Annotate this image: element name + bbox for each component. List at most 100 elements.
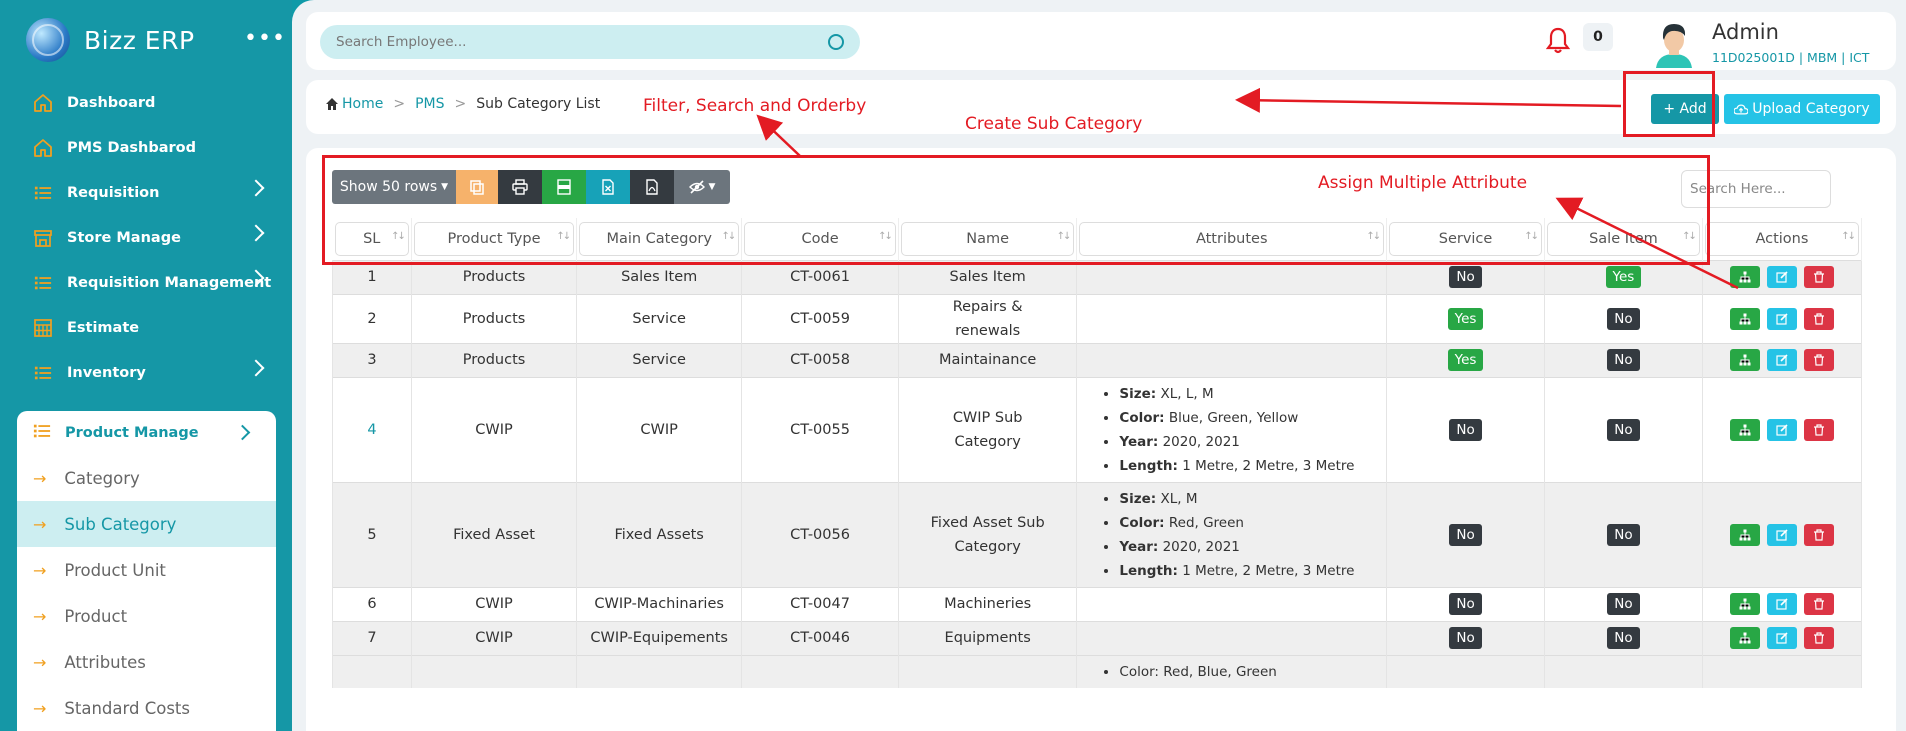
edit-button[interactable] <box>1766 627 1797 649</box>
upload-category-button[interactable]: Upload Category <box>1724 94 1880 124</box>
sitemap-icon <box>1739 598 1751 610</box>
cell-service: Yes <box>1386 342 1545 377</box>
avatar[interactable] <box>1648 16 1700 68</box>
cell-main-category: CWIP-Machinaries <box>576 586 743 621</box>
sidebar-item-requisition-management[interactable]: Requisition Management <box>0 260 292 305</box>
delete-button[interactable] <box>1803 627 1834 649</box>
delete-button[interactable] <box>1803 307 1834 330</box>
table-row[interactable]: 7 CWIP CWIP-Equipements CT-0046 Equipments No… <box>332 620 1863 655</box>
edit-button[interactable] <box>1766 349 1797 371</box>
delete-button[interactable] <box>1803 418 1834 441</box>
delete-button[interactable] <box>1803 266 1834 288</box>
sidebar-item-label: Requisition Management <box>67 274 272 291</box>
attribute-values: Red, Green <box>1168 514 1244 531</box>
attribute-item: Size: XL, L, M <box>1119 382 1386 406</box>
sidebar-subitem-attributes[interactable]: → Attributes <box>17 639 276 685</box>
breadcrumb-separator: > <box>393 96 406 112</box>
attribute-key: Year: <box>1119 433 1159 450</box>
service-badge: No <box>1449 418 1482 441</box>
sidebar-subitem-product[interactable]: → Product <box>17 593 276 639</box>
user-name[interactable]: Admin <box>1712 20 1779 44</box>
assign-attribute-button[interactable] <box>1729 307 1760 330</box>
cell-code: CT-0061 <box>741 259 899 294</box>
table-row[interactable]: 2 Products Service CT-0059 Repairs & renewal… <box>332 293 1863 343</box>
table-row[interactable]: Color: Red, Blue, Green <box>332 654 1863 688</box>
sidebar-item-product-manage[interactable]: Product Manage <box>17 411 276 455</box>
sidebar-subitem-sub-category[interactable]: → Sub Category <box>17 501 276 547</box>
more-options-icon[interactable]: ••• <box>244 26 286 51</box>
breadcrumb-home[interactable]: Home <box>342 96 383 112</box>
edit-button[interactable] <box>1766 307 1797 330</box>
sidebar-item-label: Estimate <box>67 319 140 336</box>
cell-sl: 4 <box>332 376 412 482</box>
trash-icon <box>1813 423 1824 436</box>
sitemap-icon <box>1739 424 1751 435</box>
bell-icon[interactable] <box>1545 26 1571 60</box>
cell-actions <box>1701 376 1863 482</box>
assign-attribute-button[interactable] <box>1729 349 1760 371</box>
sub-category-table: SL ↑↓ Product Type ↑↓ Main Category ↑↓ Code ↑↓ N… <box>332 218 1863 688</box>
breadcrumb-pms[interactable]: PMS <box>415 96 444 112</box>
sidebar-item-inventory[interactable]: Inventory <box>0 350 292 395</box>
sidebar-item-label: Store Manage <box>67 229 181 246</box>
sidebar-item-requisition[interactable]: Requisition <box>0 170 292 215</box>
assign-attribute-button[interactable] <box>1729 627 1760 649</box>
table-row[interactable]: 4CWIPCWIPCT-0055CWIP Sub CategorySize: X… <box>332 376 1863 482</box>
attribute-values: 1 Metre, 2 Metre, 3 Metre <box>1182 457 1355 474</box>
assign-attribute-button[interactable] <box>1729 593 1760 615</box>
sale-item-badge: No <box>1607 307 1640 330</box>
sort-icon[interactable]: ↑↓ <box>1841 231 1856 242</box>
sale-item-badge: No <box>1607 627 1640 649</box>
cloud-upload-icon <box>1734 104 1749 114</box>
edit-button[interactable] <box>1766 418 1797 441</box>
cell-attributes <box>1076 342 1388 377</box>
column-header-box: Actions ↑↓ <box>1704 221 1859 256</box>
sidebar-subitem-product-unit[interactable]: → Product Unit <box>17 547 276 593</box>
assign-attribute-button[interactable] <box>1729 266 1760 288</box>
delete-button[interactable] <box>1803 523 1834 546</box>
attribute-key: Color: <box>1119 514 1165 531</box>
sidebar-subitem-standard-costs[interactable]: → Standard Costs <box>17 685 276 731</box>
cell-service: Yes <box>1386 293 1545 343</box>
table-row[interactable]: 5 Fixed Asset Fixed Assets CT-0056 Fixed Ass… <box>332 481 1863 587</box>
sidebar-item-store-manage[interactable]: Store Manage <box>0 215 292 260</box>
assign-attribute-button[interactable] <box>1729 418 1760 441</box>
attribute-values: Blue, Green, Yellow <box>1168 409 1299 426</box>
edit-button[interactable] <box>1766 593 1797 615</box>
sidebar-subitem-category[interactable]: → Category <box>17 455 276 501</box>
attribute-values: XL, L, M <box>1160 385 1214 402</box>
cell-sale-item: No <box>1543 481 1703 587</box>
annotation-box-add <box>1623 71 1715 137</box>
table-row[interactable]: 1 Products Sales Item CT-0061 Sales Item No Ye… <box>332 259 1863 294</box>
table-row[interactable]: 6 CWIP CWIP-Machinaries CT-0047 Machineries N… <box>332 586 1863 621</box>
sidebar-item-pms-dashbarod[interactable]: PMS Dashbarod <box>0 125 292 170</box>
edit-button[interactable] <box>1766 266 1797 288</box>
cell-sale-item: Yes <box>1543 259 1703 294</box>
column-header-actions[interactable]: Actions ↑↓ <box>1702 218 1863 260</box>
product-manage-submenu: → Category → Sub Category → Product Unit → Prod… <box>17 455 276 731</box>
service-badge: No <box>1449 266 1482 288</box>
attribute-item: Color: Blue, Green, Yellow <box>1119 406 1386 430</box>
sidebar-item-dashboard[interactable]: Dashboard <box>0 80 292 125</box>
delete-button[interactable] <box>1803 593 1834 615</box>
arrow-right-icon: → <box>33 514 47 534</box>
edit-button[interactable] <box>1766 523 1797 546</box>
edit-icon <box>1776 528 1788 541</box>
assign-attribute-button[interactable] <box>1729 523 1760 546</box>
attribute-list: Size: XL, MColor: Red, GreenYear: 2020, … <box>1093 487 1386 583</box>
cell-service: No <box>1386 586 1545 621</box>
notification-count[interactable]: 0 <box>1583 23 1613 51</box>
edit-icon <box>1776 312 1788 325</box>
cell-attributes: Size: XL, L, MColor: Blue, Green, Yellow… <box>1076 376 1388 482</box>
cell-sl: 6 <box>332 586 412 621</box>
cell-code: CT-0056 <box>741 481 899 587</box>
search-employee-input[interactable]: Search Employee... <box>320 25 860 59</box>
delete-button[interactable] <box>1803 349 1834 371</box>
list-icon <box>33 183 53 203</box>
service-badge: No <box>1449 593 1482 615</box>
search-icon[interactable] <box>828 34 844 50</box>
attribute-values: 2020, 2021 <box>1162 538 1240 555</box>
table-row[interactable]: 3 Products Service CT-0058 Maintainance Yes No <box>332 342 1863 377</box>
sidebar-item-estimate[interactable]: Estimate <box>0 305 292 350</box>
trash-icon <box>1813 598 1824 610</box>
